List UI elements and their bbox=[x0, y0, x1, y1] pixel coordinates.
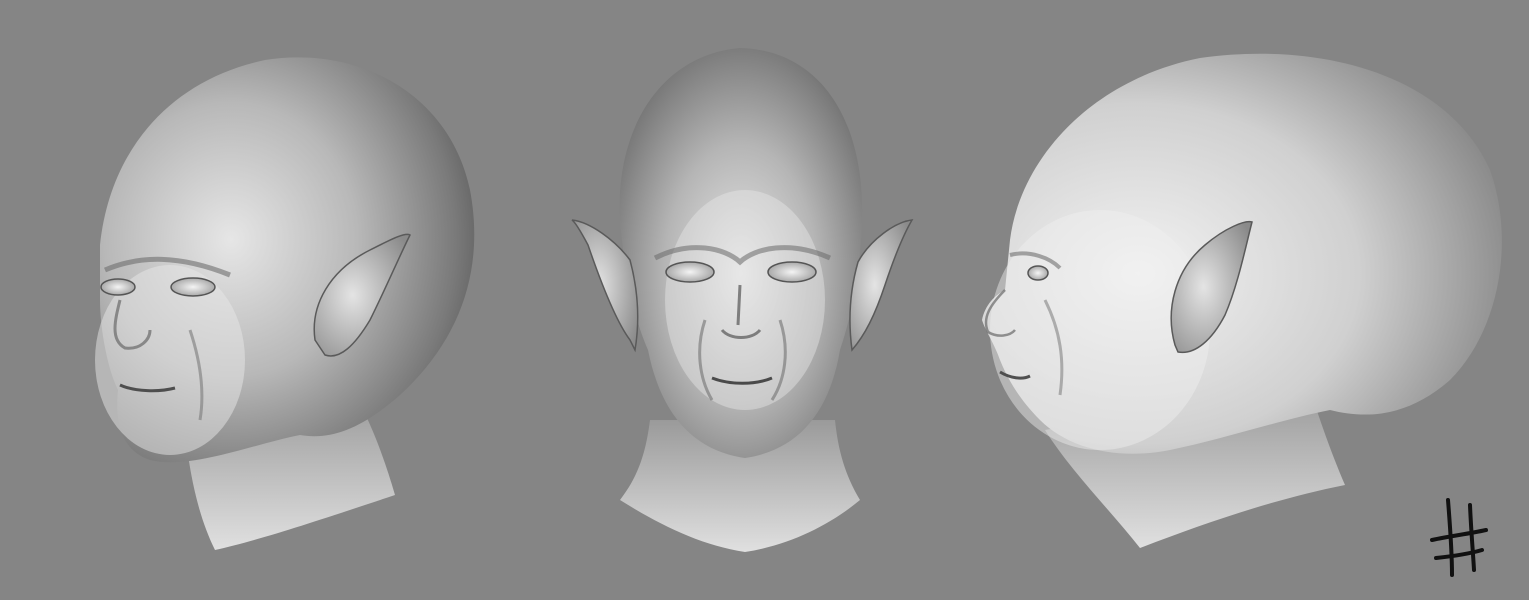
render-canvas bbox=[0, 0, 1529, 600]
sculpt-render bbox=[95, 48, 1502, 577]
eye-profile bbox=[1027, 265, 1049, 281]
head-front-view bbox=[571, 48, 914, 552]
right-eye bbox=[170, 277, 216, 297]
artist-signature bbox=[1430, 498, 1488, 577]
right-eye bbox=[767, 261, 817, 283]
head-three-quarter-view bbox=[95, 57, 475, 550]
left-eye bbox=[665, 261, 715, 283]
left-eye bbox=[100, 278, 136, 296]
head-profile-view bbox=[982, 53, 1502, 548]
